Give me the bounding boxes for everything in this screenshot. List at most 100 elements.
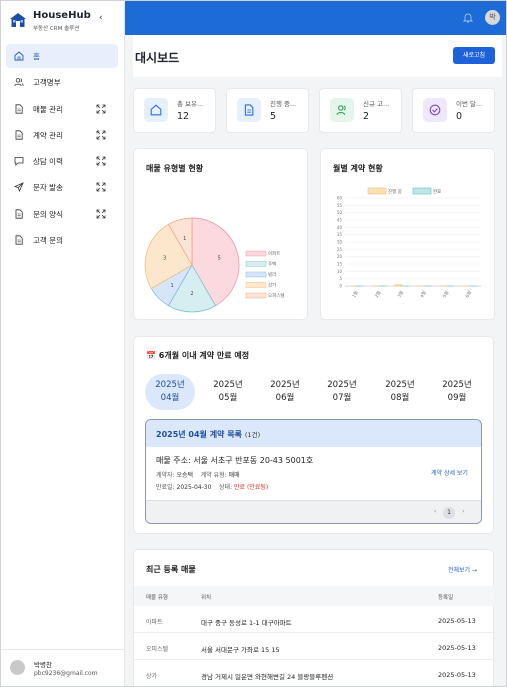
sidebar-item-label: 상담 이력 <box>33 157 63 167</box>
stat-label: 진행 중... <box>270 100 297 108</box>
pagination: ‹ 1 › <box>146 500 481 523</box>
expand-icon[interactable] <box>96 182 106 192</box>
month-month: 07월 <box>332 393 352 403</box>
collapse-sidebar-chevron-icon[interactable]: ‹ <box>99 13 103 23</box>
stat-card-contracts[interactable]: 진행 중... 5 <box>226 88 309 133</box>
contract-list-header: 2025년 04월 계약 목록 (1건) <box>146 420 481 447</box>
bell-icon[interactable] <box>463 12 473 23</box>
month-tab-2025-05[interactable]: 2025년 05월 <box>203 374 253 410</box>
y-tick-label: 20 <box>337 254 343 259</box>
check-circle-icon <box>429 104 441 116</box>
row-date: 2025-05-13 <box>438 644 476 652</box>
legend-label: 빌라 <box>268 271 277 278</box>
y-tick-label: 25 <box>337 247 343 252</box>
expand-icon[interactable] <box>96 156 106 166</box>
prev-page-button[interactable]: ‹ <box>434 508 436 515</box>
expand-icon[interactable] <box>96 209 106 219</box>
x-tick-label: 2월 <box>373 289 383 299</box>
row-location: 대구 중구 동성로 1-1 대구아파트 <box>201 619 292 627</box>
page-header: 대시보드 새로고침 <box>133 35 502 77</box>
y-tick-label: 35 <box>337 232 343 237</box>
recent-title: 최근 등록 매물 <box>146 565 196 574</box>
month-tab-2025-07[interactable]: 2025년 07월 <box>317 374 367 410</box>
sidebar-item-customers[interactable]: 고객명부 <box>6 70 118 94</box>
sidebar-item-sms[interactable]: 문자 발송 <box>6 175 118 199</box>
table-row[interactable]: 아파트 대구 중구 동성로 1-1 대구아파트 2025-05-13 <box>134 607 494 633</box>
property-pie-chart: 5 2 1 3 1 아파트주택빌라상가오피스텔 <box>144 217 285 313</box>
stat-card-monthly[interactable]: 이번 달... 0 <box>412 88 495 133</box>
pie-slice-value-label: 2 <box>190 291 193 297</box>
table-row[interactable]: 상가 경남 거제시 일운면 와현해변길 24 블랑블루펜션 2025-05-13 <box>134 661 494 686</box>
page-number-button[interactable]: 1 <box>443 507 455 519</box>
sidebar-item-label: 문자 발송 <box>33 183 63 193</box>
row-type: 아파트 <box>146 619 163 626</box>
y-tick-label: 0 <box>339 284 342 289</box>
house-logo-icon <box>10 13 26 27</box>
stat-value: 5 <box>270 111 277 122</box>
stat-label: 총 보유... <box>177 100 204 108</box>
row-date: 2025-05-13 <box>438 617 476 625</box>
y-tick-label: 30 <box>337 240 343 245</box>
table-row[interactable]: 오피스텔 서울 서대문구 가좌로 15 15 2025-05-13 <box>134 634 494 660</box>
sidebar-item-customer-inquiries[interactable]: 고객 문의 <box>6 228 118 252</box>
view-all-link[interactable]: 전체보기 → <box>448 565 477 574</box>
stat-card-properties[interactable]: 총 보유... 12 <box>133 88 216 133</box>
stat-card-new-customers[interactable]: 신규 고... 2 <box>319 88 402 133</box>
contract-type-value: 매매 <box>228 472 240 479</box>
sidebar-item-label: 고객 문의 <box>33 236 63 246</box>
calendar-icon: 📅 <box>146 351 156 360</box>
contract-expiry-info: 만료일: 2025-04-30 상태: 만료 (만료됨) <box>156 482 268 491</box>
expand-icon[interactable] <box>96 104 106 114</box>
y-tick-label: 55 <box>337 203 343 208</box>
sidebar-item-home[interactable]: 홈 <box>6 44 118 68</box>
month-month: 06월 <box>275 393 295 403</box>
month-tab-2025-08[interactable]: 2025년 08월 <box>375 374 425 410</box>
expand-icon[interactable] <box>96 130 106 140</box>
sidebar-item-label: 문의 양식 <box>33 209 63 219</box>
status-label: 상태: <box>219 484 233 491</box>
sidebar-item-inquiry-forms[interactable]: 문의 양식 <box>6 202 118 226</box>
stat-label: 이번 달... <box>456 100 483 108</box>
pie-slice-value-label: 3 <box>163 256 166 262</box>
x-tick-label: 6월 <box>464 289 474 299</box>
legend-swatch <box>245 261 267 267</box>
sidebar-item-label: 계약 관리 <box>33 130 63 140</box>
contract-list-panel: 2025년 04월 계약 목록 (1건) 매물 주소: 서울 서초구 반포동 20… <box>145 419 482 524</box>
legend-label: 주택 <box>268 261 276 268</box>
row-type: 상가 <box>146 673 158 680</box>
pie-slice-value-label: 5 <box>218 256 221 262</box>
user-profile[interactable]: 박병찬 pbc9236@gmail.com <box>1 649 125 686</box>
avatar <box>10 660 25 675</box>
contract-list-title: 2025년 04월 계약 목록 (1건) <box>156 429 260 440</box>
month-month: 05월 <box>218 393 238 403</box>
chat-icon <box>14 157 24 167</box>
sidebar-item-consultations[interactable]: 상담 이력 <box>6 149 118 173</box>
next-page-button[interactable]: › <box>462 508 464 515</box>
app-window: HouseHub 부동산 CRM 솔루션 ‹ 홈 고객명부 매물 관리 계약 관… <box>0 0 507 687</box>
legend-swatch <box>412 187 432 195</box>
sidebar-item-label: 매물 관리 <box>33 104 63 114</box>
avatar[interactable]: 박 <box>485 10 500 25</box>
row-date: 2025-05-13 <box>438 671 476 679</box>
month-tab-2025-06[interactable]: 2025년 06월 <box>260 374 310 410</box>
month-year: 2025년 <box>327 380 357 390</box>
contract-party-info: 계약자: 오승택 계약 유형: 매매 <box>156 470 240 479</box>
send-icon <box>14 182 24 193</box>
contract-detail-link[interactable]: 계약 상세 보기 <box>431 468 468 477</box>
column-header: 위치 <box>201 595 212 601</box>
monthly-contract-bar-chart: 진행 중 완료6055504540353025201510501월 2월 3월 4월 5월… <box>337 187 481 299</box>
month-tab-2025-04[interactable]: 2025년 04월 <box>145 374 195 410</box>
month-year: 2025년 <box>270 380 300 390</box>
sidebar-item-label: 고객명부 <box>33 78 61 88</box>
stat-value: 12 <box>177 111 190 122</box>
end-date-label: 만료일: <box>156 484 175 491</box>
legend-label: 상가 <box>268 282 276 289</box>
legend-swatch <box>367 187 387 195</box>
stat-icon-box <box>330 98 354 122</box>
sidebar-item-properties[interactable]: 매물 관리 <box>6 97 118 121</box>
month-tab-2025-09[interactable]: 2025년 09월 <box>432 374 482 410</box>
home-icon <box>14 51 24 61</box>
bar-진행 중-3월[interactable] <box>394 284 402 287</box>
refresh-button[interactable]: 새로고침 <box>453 47 495 64</box>
sidebar-item-contracts[interactable]: 계약 관리 <box>6 123 118 147</box>
